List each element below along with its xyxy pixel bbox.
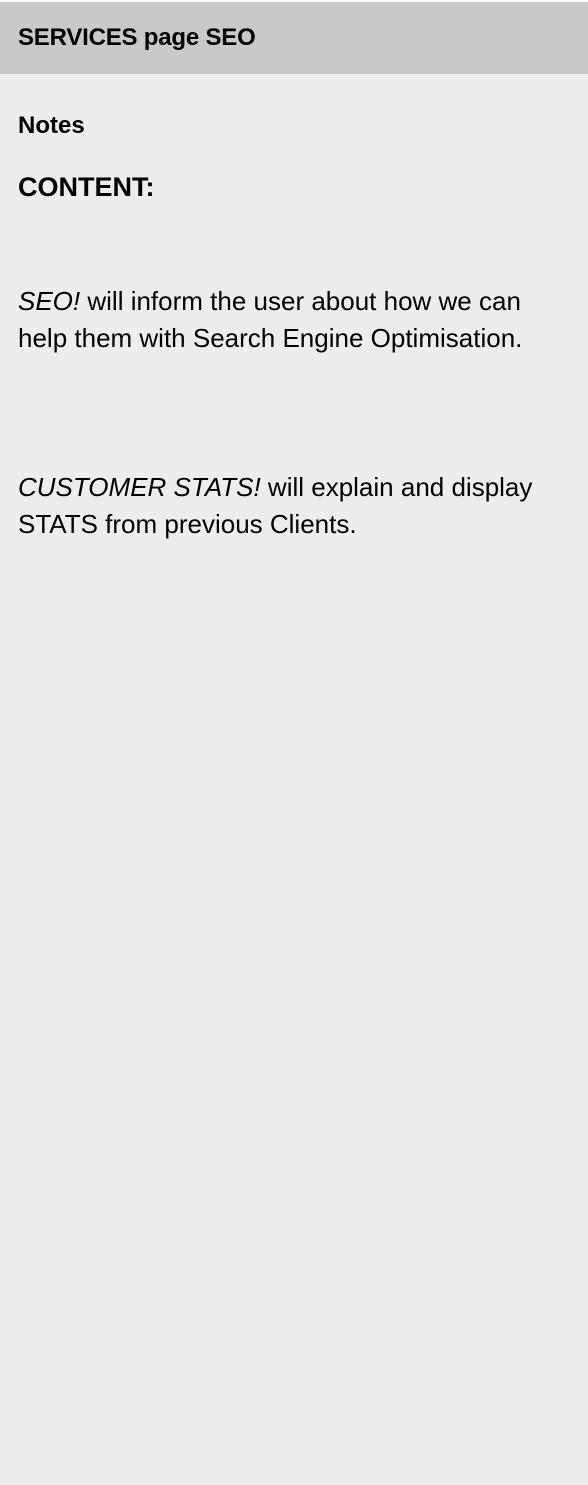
notes-panel: SERVICES page SEO Notes CONTENT: SEO! wi… <box>0 2 588 1485</box>
seo-text: will inform the user about how we can he… <box>18 286 523 353</box>
notes-label: Notes <box>18 112 85 139</box>
seo-description: SEO! will inform the user about how we c… <box>18 283 570 357</box>
seo-lead: SEO! <box>18 286 81 316</box>
page-title: SERVICES page SEO <box>18 24 256 51</box>
customer-stats-lead: CUSTOMER STATS! <box>18 472 261 502</box>
content-heading: CONTENT: <box>18 172 155 202</box>
panel-body: Notes CONTENT: SEO! will inform the user… <box>0 111 588 543</box>
customer-stats-description: CUSTOMER STATS! will explain and display… <box>18 469 570 543</box>
panel-header: SERVICES page SEO <box>0 2 588 74</box>
